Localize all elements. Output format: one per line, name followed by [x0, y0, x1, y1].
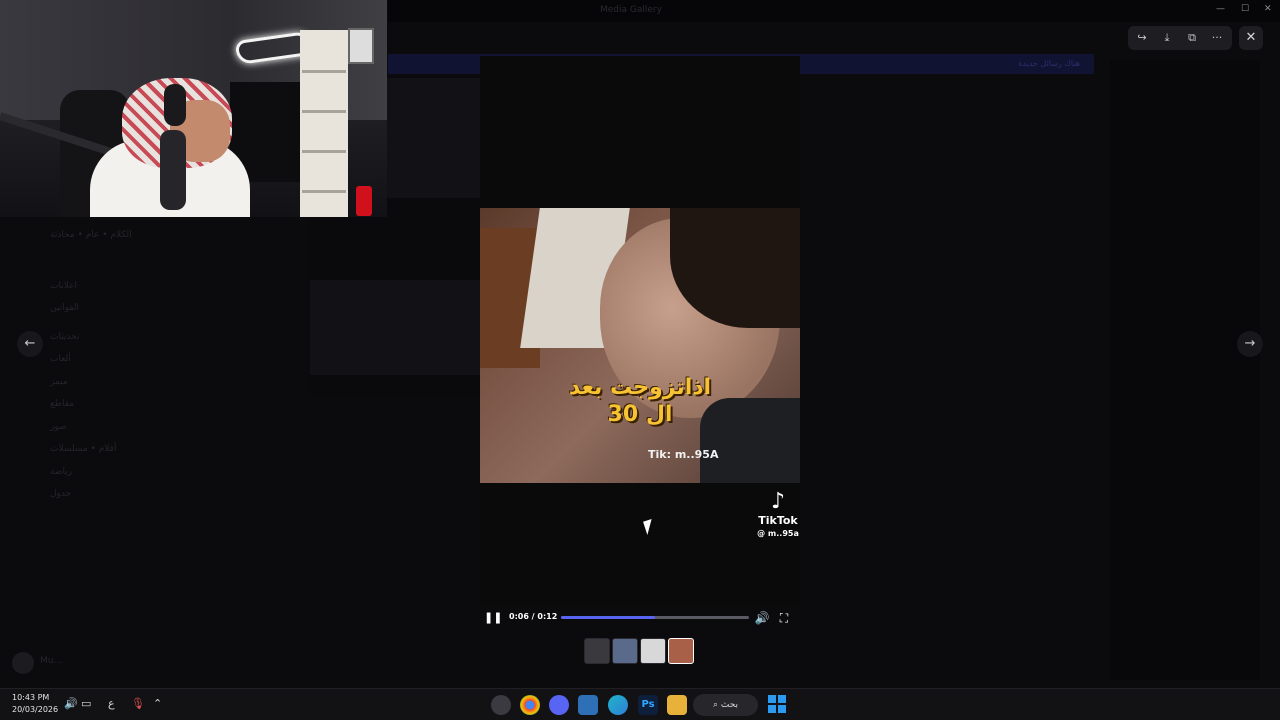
window-close-button[interactable]: ✕ — [1264, 4, 1272, 14]
channel-item[interactable]: رياضة — [40, 467, 260, 490]
channel-item[interactable]: الكلام • عام • محادثة — [40, 230, 260, 253]
media-toolbar: ↪ ⤓ ⧉ ··· — [1128, 26, 1232, 50]
channel-list: الكلام • عام • محادثة اعلانات القوانين ت… — [40, 230, 260, 512]
channel-item[interactable]: مقاطع — [40, 399, 260, 422]
media-thumbnails — [584, 638, 696, 664]
app-icon-1[interactable] — [491, 695, 511, 715]
thumbnail-selected[interactable] — [668, 638, 694, 664]
avatar[interactable] — [12, 652, 34, 674]
close-viewer-button[interactable]: ✕ — [1239, 26, 1263, 50]
new-messages-text: هناك رسائل جديدة — [1018, 59, 1080, 68]
thumbnail[interactable] — [612, 638, 638, 664]
speaker-icon[interactable]: 🔊 — [64, 697, 78, 710]
channel-item[interactable]: صور — [40, 422, 260, 445]
photoshop-icon[interactable]: Ps — [638, 695, 658, 715]
soda-can — [356, 186, 372, 216]
file-explorer-icon[interactable] — [667, 695, 687, 715]
screen: Media Gallery — ☐ ✕ هناك رسائل جديدة الك… — [0, 0, 1280, 720]
chrome-icon[interactable] — [520, 695, 540, 715]
progress-fill — [561, 616, 655, 619]
shelf — [300, 30, 348, 217]
channel-item[interactable]: القوانين — [40, 303, 260, 326]
channel-item[interactable]: جدول — [40, 489, 260, 512]
channel-item[interactable]: ميمز — [40, 377, 260, 400]
open-external-icon[interactable]: ⧉ — [1180, 26, 1204, 50]
microphone — [160, 130, 186, 210]
channel-item[interactable]: ألعاب — [40, 354, 260, 377]
language-indicator[interactable]: ع — [108, 697, 115, 710]
windows-start-icon[interactable] — [768, 695, 786, 713]
download-icon[interactable]: ⤓ — [1155, 26, 1179, 50]
thumbnail[interactable] — [640, 638, 666, 664]
tray-overflow-icon[interactable]: ⌃ — [153, 697, 162, 710]
tiktok-brand: TikTok — [758, 514, 798, 527]
clock[interactable]: 10:43 PM 20/03/2026 — [12, 692, 58, 716]
caption-line-2: ال 30 — [607, 402, 673, 427]
taskbar: 10:43 PM 20/03/2026 🔊 ▭ ع 🎙 ⌃ Ps بحث ⌕ — [0, 688, 1280, 720]
maximize-button[interactable]: ☐ — [1241, 4, 1249, 14]
discord-icon[interactable] — [549, 695, 569, 715]
progress-bar[interactable] — [561, 616, 749, 619]
tiktok-user: @ m..95a — [757, 529, 799, 538]
search-label: بحث — [720, 700, 739, 710]
background-media-2 — [310, 280, 480, 375]
channel-item[interactable]: أفلام • مسلسلات — [40, 444, 260, 467]
microphone-icon[interactable]: 🎙 — [131, 697, 145, 710]
next-arrow-icon[interactable]: → — [1237, 331, 1263, 357]
pause-button[interactable]: ❚❚ — [484, 611, 502, 625]
webcam-overlay — [0, 0, 387, 217]
video-time: 0:06 / 0:12 — [509, 612, 558, 621]
video-frame[interactable]: اذاتزوجت بعد ال 30 Tik: m..95A — [480, 208, 800, 483]
headset — [164, 84, 186, 126]
clock-date: 20/03/2026 — [12, 705, 59, 714]
minimize-button[interactable]: — — [1216, 4, 1225, 14]
forward-icon[interactable]: ↪ — [1130, 26, 1154, 50]
clock-time: 10:43 PM — [12, 693, 50, 702]
taskbar-search[interactable]: بحث ⌕ — [693, 694, 758, 716]
video-tag: Tik: m..95A — [648, 448, 719, 461]
background-member-list — [1110, 60, 1260, 680]
previous-arrow-icon[interactable]: ← — [17, 331, 43, 357]
caption-line-1: اذاتزوجت بعد — [568, 375, 712, 400]
video-controls: ❚❚ 0:06 / 0:12 🔊 ⛶ — [480, 606, 800, 630]
fullscreen-button[interactable]: ⛶ — [776, 610, 792, 626]
tiktok-icon: ♪ — [770, 489, 786, 514]
user-name: Mu… — [40, 656, 63, 666]
user-panel: Mu… — [12, 650, 272, 678]
video-caption: اذاتزوجت بعد ال 30 — [480, 374, 800, 428]
edge-icon[interactable] — [608, 695, 628, 715]
tiktok-watermark: ♪ TikTok @ m..95a — [756, 490, 800, 540]
thumbnail[interactable] — [584, 638, 610, 664]
background-titlebar — [388, 0, 1280, 22]
task-view-icon[interactable] — [578, 695, 598, 715]
volume-button[interactable]: 🔊 — [754, 610, 770, 626]
more-icon[interactable]: ··· — [1205, 26, 1229, 50]
search-icon: ⌕ — [712, 700, 718, 710]
network-icon[interactable]: ▭ — [81, 697, 91, 710]
channel-item[interactable]: اعلانات — [40, 281, 260, 304]
window-title: Media Gallery — [600, 5, 662, 15]
channel-item[interactable]: تحديثات — [40, 332, 260, 355]
wall-frame — [348, 28, 374, 64]
